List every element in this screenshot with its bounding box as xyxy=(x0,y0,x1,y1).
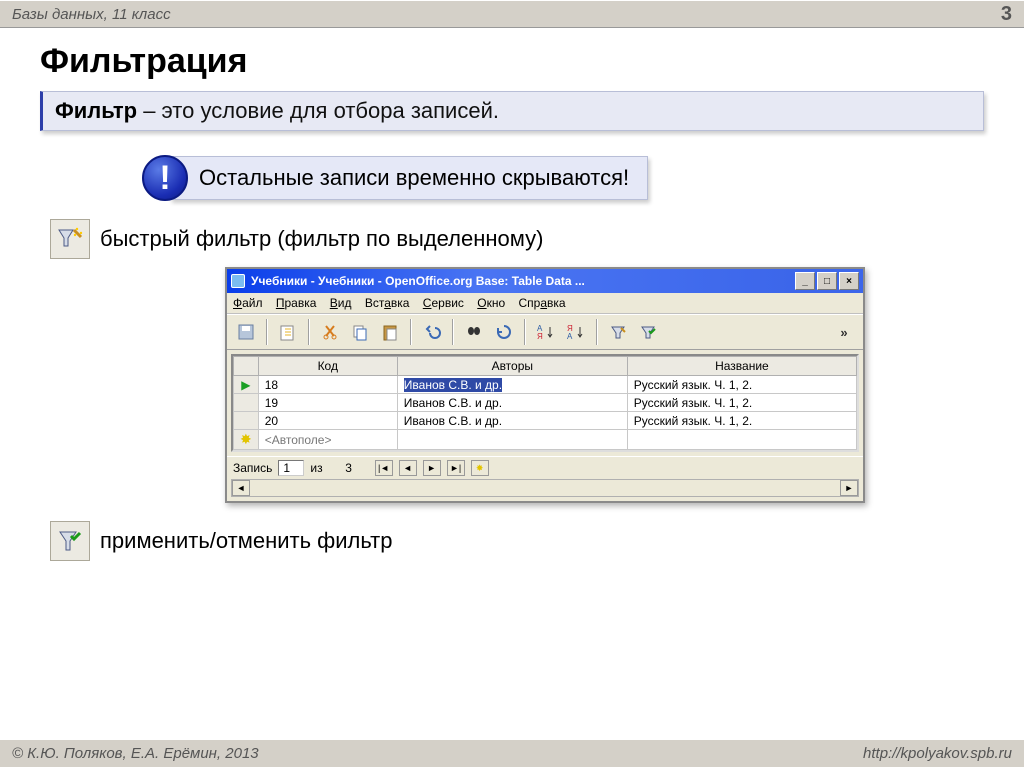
toolbar-overflow-icon[interactable]: » xyxy=(831,319,857,345)
window-title: Учебники - Учебники - OpenOffice.org Bas… xyxy=(251,274,795,288)
svg-text:A: A xyxy=(567,332,573,341)
col-code[interactable]: Код xyxy=(258,357,397,376)
subject-label: Базы данных, 11 класс xyxy=(12,6,171,23)
apply-filter-row: применить/отменить фильтр xyxy=(50,521,1024,561)
definition-text: – это условие для отбора записей. xyxy=(137,98,499,123)
close-button[interactable]: × xyxy=(839,272,859,290)
record-total: 3 xyxy=(329,461,369,475)
selected-cell[interactable]: Иванов С.В. и др. xyxy=(404,378,502,392)
app-icon xyxy=(231,274,245,288)
menu-insert[interactable]: Вставка xyxy=(365,296,410,310)
page-number: 3 xyxy=(1001,3,1012,26)
nav-next-button[interactable]: ► xyxy=(423,460,441,476)
nav-last-button[interactable]: ►| xyxy=(447,460,465,476)
sort-asc-icon[interactable]: AЯ xyxy=(533,319,559,345)
table-row-new[interactable]: ✸ <Автополе> xyxy=(234,430,857,450)
scroll-right-button[interactable]: ► xyxy=(840,480,858,496)
slide-title: Фильтрация xyxy=(0,28,1024,87)
table-row[interactable]: ▶ 18 Иванов С.В. и др. Русский язык. Ч. … xyxy=(234,376,857,394)
title-bar: Учебники - Учебники - OpenOffice.org Bas… xyxy=(227,269,863,293)
apply-filter-tile-icon xyxy=(50,521,90,561)
apply-filter-label: применить/отменить фильтр xyxy=(100,528,392,554)
maximize-button[interactable]: □ xyxy=(817,272,837,290)
menu-edit[interactable]: Правка xyxy=(276,296,317,310)
horizontal-scrollbar[interactable]: ◄ ► xyxy=(231,479,859,497)
autofilter-icon[interactable] xyxy=(605,319,631,345)
definition-box: Фильтр – это условие для отбора записей. xyxy=(40,91,984,131)
undo-icon[interactable] xyxy=(419,319,445,345)
record-label: Запись xyxy=(233,461,272,475)
apply-filter-icon[interactable] xyxy=(635,319,661,345)
nav-first-button[interactable]: |◄ xyxy=(375,460,393,476)
refresh-icon[interactable] xyxy=(491,319,517,345)
slide-footer: © К.Ю. Поляков, Е.А. Ерёмин, 2013 http:/… xyxy=(0,739,1024,767)
exclamation-icon: ! xyxy=(142,155,188,201)
col-title[interactable]: Название xyxy=(627,357,856,376)
svg-text:Я: Я xyxy=(537,332,543,341)
sort-desc-icon[interactable]: ЯA xyxy=(563,319,589,345)
table-row[interactable]: 20 Иванов С.В. и др. Русский язык. Ч. 1,… xyxy=(234,412,857,430)
quick-filter-row: быстрый фильтр (фильтр по выделенному) xyxy=(50,219,1024,259)
minimize-button[interactable]: _ xyxy=(795,272,815,290)
data-table: Код Авторы Название ▶ 18 Иванов С.В. и д… xyxy=(231,354,859,452)
cut-icon[interactable] xyxy=(317,319,343,345)
record-current[interactable]: 1 xyxy=(278,460,304,476)
menu-tools[interactable]: Сервис xyxy=(423,296,464,310)
record-of: из xyxy=(310,461,322,475)
openoffice-window: Учебники - Учебники - OpenOffice.org Bas… xyxy=(225,267,865,503)
menu-bar: Файл Правка Вид Вставка Сервис Окно Спра… xyxy=(227,293,863,314)
new-row-icon: ✸ xyxy=(240,431,252,447)
edit-icon[interactable] xyxy=(275,319,301,345)
nav-prev-button[interactable]: ◄ xyxy=(399,460,417,476)
menu-window[interactable]: Окно xyxy=(477,296,505,310)
copy-icon[interactable] xyxy=(347,319,373,345)
table-row[interactable]: 19 Иванов С.В. и др. Русский язык. Ч. 1,… xyxy=(234,394,857,412)
record-navigator: Запись 1 из 3 |◄ ◄ ► ►| ✸ xyxy=(227,456,863,479)
alert-text: Остальные записи временно скрываются! xyxy=(170,156,648,200)
scroll-left-button[interactable]: ◄ xyxy=(232,480,250,496)
save-icon[interactable] xyxy=(233,319,259,345)
paste-icon[interactable] xyxy=(377,319,403,345)
footer-authors: © К.Ю. Поляков, Е.А. Ерёмин, 2013 xyxy=(12,745,259,762)
nav-new-button[interactable]: ✸ xyxy=(471,460,489,476)
current-row-icon: ▶ xyxy=(241,378,250,392)
alert-row: ! Остальные записи временно скрываются! xyxy=(142,155,1024,201)
slide-header: Базы данных, 11 класс 3 xyxy=(0,0,1024,28)
row-header-blank xyxy=(234,357,259,376)
menu-help[interactable]: Справка xyxy=(519,296,566,310)
quick-filter-label: быстрый фильтр (фильтр по выделенному) xyxy=(100,226,543,252)
menu-file[interactable]: Файл xyxy=(233,296,263,310)
menu-view[interactable]: Вид xyxy=(330,296,352,310)
definition-term: Фильтр xyxy=(55,98,137,123)
magic-filter-icon xyxy=(50,219,90,259)
footer-url: http://kpolyakov.spb.ru xyxy=(863,745,1012,762)
toolbar: AЯ ЯA » xyxy=(227,314,863,350)
find-icon[interactable] xyxy=(461,319,487,345)
col-authors[interactable]: Авторы xyxy=(397,357,627,376)
